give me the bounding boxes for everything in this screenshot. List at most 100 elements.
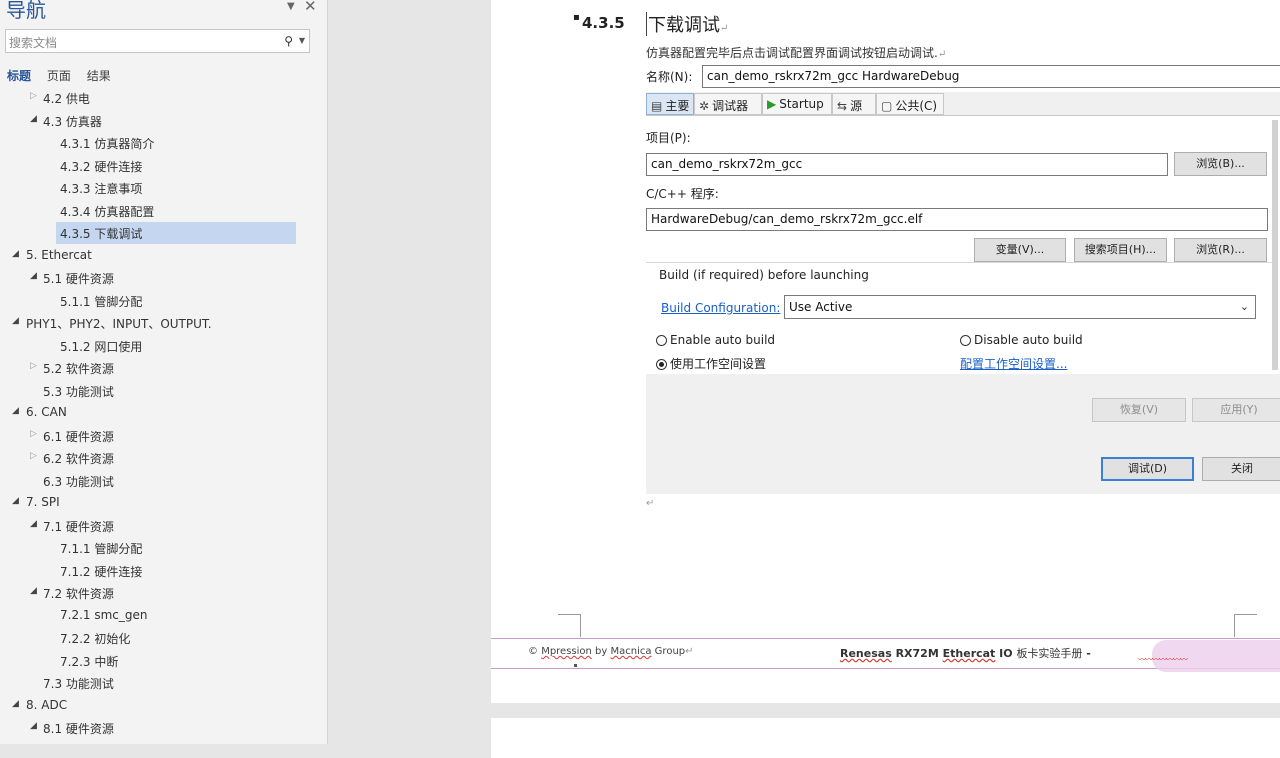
footer-left-text[interactable]: © Mpression by Macnica Group↵ <box>528 646 694 657</box>
tree-item[interactable]: 4.3.5 下载调试 <box>0 222 327 245</box>
expand-arrow-icon[interactable]: ◢ <box>12 316 19 326</box>
tree-item[interactable]: 5.1.1 管脚分配 <box>0 290 327 313</box>
tree-item[interactable]: ◢ 5. Ethercat <box>0 245 327 268</box>
debug-button: 调试(D) <box>1101 457 1194 481</box>
tree-item-label: 4.3.3 注意事项 <box>60 182 143 196</box>
chevron-down-icon: ⌄ <box>1239 300 1249 313</box>
panel-scrollbar <box>1272 120 1278 370</box>
expand-arrow-icon[interactable]: ◢ <box>12 406 19 416</box>
tab-debugger: ✲ 调试器 <box>694 93 762 115</box>
expand-arrow-icon[interactable]: ◢ <box>12 249 19 259</box>
tree-item[interactable]: ◢ 8. ADC <box>0 695 327 718</box>
expand-arrow-icon[interactable]: ◢ <box>30 271 37 281</box>
tree-item-label: 4.3.5 下载调试 <box>60 227 143 241</box>
tree-item[interactable]: 5.3 功能测试 <box>0 380 327 403</box>
chevron-down-icon[interactable]: ▼ <box>299 36 305 45</box>
tab-results[interactable]: 结果 <box>87 67 111 84</box>
debugger-tab-icon: ✲ <box>699 99 710 113</box>
tree-item[interactable]: 7.2.2 初始化 <box>0 627 327 650</box>
tree-item-label: 5.1.1 管脚分配 <box>60 294 143 309</box>
expand-arrow-icon[interactable]: ◢ <box>30 586 37 596</box>
tree-item[interactable]: 7.1.2 硬件连接 <box>0 560 327 583</box>
tab-common: ▢ 公共(C) <box>876 93 944 115</box>
expand-arrow-icon[interactable]: ◢ <box>12 496 19 506</box>
tree-item[interactable]: 7.3 功能测试 <box>0 672 327 695</box>
search-input[interactable]: 搜索文档 ⚲ ▼ <box>5 29 310 53</box>
tree-item[interactable]: ◢ 7.1 硬件资源 <box>0 515 327 538</box>
collapse-arrow-icon[interactable]: ▷ <box>30 361 37 371</box>
tree-item[interactable]: ▷ 5.2 软件资源 <box>0 357 327 380</box>
tree-item[interactable]: 4.3.4 仿真器配置 <box>0 200 327 223</box>
tab-source: ⇆ 源 <box>832 93 876 115</box>
tree-item-label: 8. ADC <box>26 697 68 712</box>
text-cursor <box>646 12 647 36</box>
apply-button: 应用(Y) <box>1192 398 1280 422</box>
tree-item-label: 5. Ethercat <box>26 247 92 262</box>
tree-item-label: 6. CAN <box>26 405 67 419</box>
heading-title[interactable]: 下载调试↵ <box>648 11 728 37</box>
spellcheck-squiggle: 〰〰〰〰〰〰〰 <box>1138 655 1188 664</box>
tree-item[interactable]: 8.1.1 管脚分配 <box>0 740 327 745</box>
name-row: 名称(N): can_demo_rskrx72m_gcc HardwareDeb… <box>646 62 1280 92</box>
tab-headings[interactable]: 标题 <box>7 67 31 84</box>
tree-item[interactable]: ◢ 6. CAN <box>0 402 327 425</box>
tree-item[interactable]: ▷ 4.2 供电 <box>0 87 327 110</box>
heading-tree: ▷ 4.2 供电 ◢ 4.3 仿真器 4.3.1 仿真器简介 4.3.2 硬件连接 4.3.… <box>0 87 327 744</box>
search-icon[interactable]: ⚲ <box>284 34 293 48</box>
tree-item[interactable]: ▷ 6.2 软件资源 <box>0 447 327 470</box>
tree-item[interactable]: ▷ 6.1 硬件资源 <box>0 425 327 448</box>
footer-center-text[interactable]: Renesas RX72M Ethercat IO 板卡实验手册 - <box>840 645 1091 661</box>
tree-item[interactable]: ◢ 8.1 硬件资源 <box>0 717 327 740</box>
tree-item-label: 7.2 软件资源 <box>43 587 114 601</box>
close-icon[interactable]: ✕ <box>304 0 317 15</box>
tree-item-label: 6.2 软件资源 <box>43 452 114 466</box>
tree-item-label: 5.1.2 网口使用 <box>60 339 143 354</box>
tree-item[interactable]: 6.3 功能测试 <box>0 470 327 493</box>
expand-arrow-icon[interactable]: ◢ <box>30 721 37 731</box>
tree-item-label: 7.2.3 中断 <box>60 654 119 669</box>
tree-item-label: 4.3.1 仿真器简介 <box>60 137 155 151</box>
tree-item-label: 5.3 功能测试 <box>43 384 114 399</box>
tree-item[interactable]: 7.2.1 smc_gen <box>0 605 327 628</box>
tab-pages[interactable]: 页面 <box>47 67 71 84</box>
expand-arrow-icon[interactable]: ◢ <box>30 519 37 529</box>
pane-options-icon[interactable]: ▼ <box>287 1 295 12</box>
debug-config-screenshot[interactable]: 名称(N): can_demo_rskrx72m_gcc HardwareDeb… <box>646 62 1280 494</box>
tree-item[interactable]: ◢ PHY1、PHY2、INPUT、OUTPUT. <box>0 312 327 335</box>
build-group-label: Build (if required) before launching <box>657 268 871 282</box>
collapse-arrow-icon[interactable]: ▷ <box>30 451 37 461</box>
search-project-button: 搜索项目(H)... <box>1074 238 1167 262</box>
tree-item[interactable]: 5.1.2 网口使用 <box>0 335 327 358</box>
browse-project-button: 浏览(B)... <box>1174 152 1267 176</box>
paragraph-mark: ↵ <box>646 498 655 509</box>
tree-item-label: 5.2 软件资源 <box>43 362 114 376</box>
nav-tabs: 标题 页面 结果 <box>7 67 123 84</box>
tree-item[interactable]: 7.2.3 中断 <box>0 650 327 673</box>
tree-item[interactable]: ◢ 7. SPI <box>0 492 327 515</box>
tree-item-label: 7.1 硬件资源 <box>43 519 114 534</box>
tree-item-label: 8.1 硬件资源 <box>43 722 114 736</box>
tree-item-label: 6.1 硬件资源 <box>43 429 114 444</box>
tree-item-label: 4.2 供电 <box>43 92 90 106</box>
tree-item[interactable]: ◢ 7.2 软件资源 <box>0 582 327 605</box>
tree-item[interactable]: ◢ 5.1 硬件资源 <box>0 267 327 290</box>
collapse-arrow-icon[interactable]: ▷ <box>30 91 37 101</box>
tree-item[interactable]: 4.3.2 硬件连接 <box>0 155 327 178</box>
close-button: 关闭 <box>1202 457 1280 481</box>
program-field: HardwareDebug/can_demo_rskrx72m_gcc.elf <box>646 208 1268 231</box>
tree-item[interactable]: 4.3.1 仿真器简介 <box>0 132 327 155</box>
collapse-arrow-icon[interactable]: ▷ <box>30 429 37 439</box>
crop-mark-left <box>558 614 581 637</box>
expand-arrow-icon[interactable]: ◢ <box>12 699 19 709</box>
tree-item[interactable]: ◢ 4.3 仿真器 <box>0 110 327 133</box>
main-tab-icon: ▤ <box>651 99 663 113</box>
tree-item[interactable]: 4.3.3 注意事项 <box>0 177 327 200</box>
tab-startup: ▶ Startup <box>762 93 832 115</box>
footer-rule-top <box>491 638 1280 639</box>
expand-arrow-icon[interactable]: ◢ <box>30 114 37 124</box>
build-config-select: Use Active ⌄ <box>784 295 1256 319</box>
tab-main: ▤ 主要 <box>646 93 694 115</box>
body-paragraph[interactable]: 仿真器配置完毕后点击调试配置界面调试按钮启动调试.↵ <box>646 44 946 61</box>
tree-item[interactable]: 7.1.1 管脚分配 <box>0 537 327 560</box>
tree-item-label: 7. SPI <box>26 495 60 509</box>
